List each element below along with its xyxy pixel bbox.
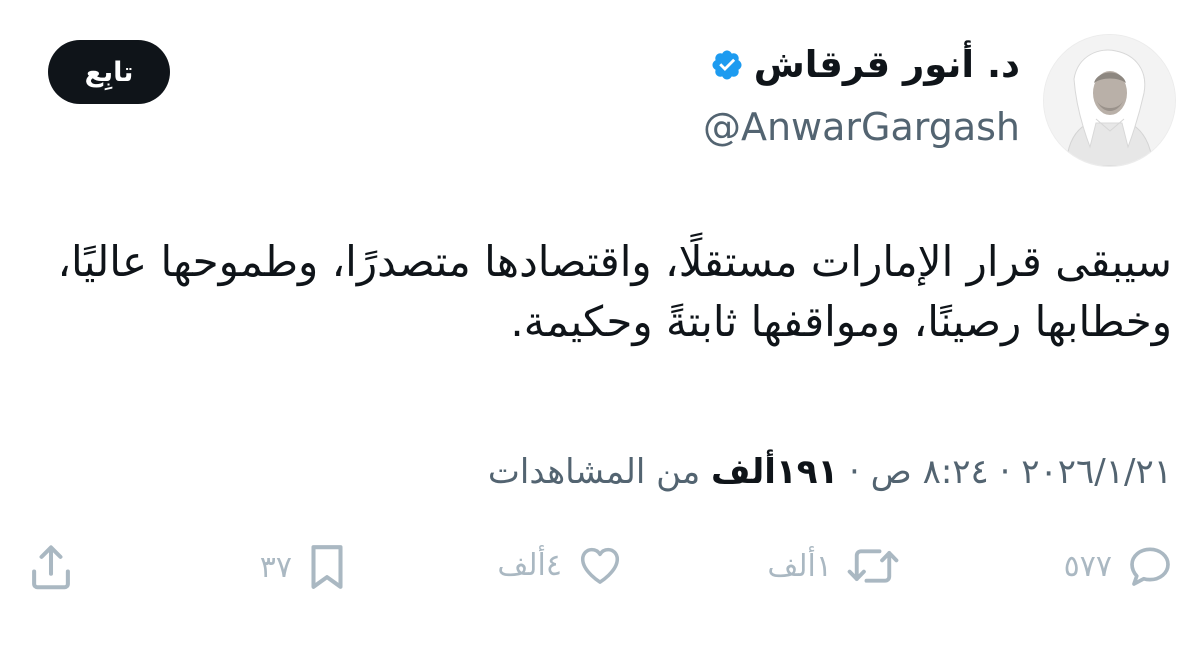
reply-icon — [1124, 540, 1176, 592]
share-button[interactable] — [26, 540, 76, 594]
reply-count: ٥٧٧ — [1063, 548, 1112, 584]
author-name-row[interactable]: د. أنور قرقاش — [710, 46, 1020, 83]
reply-button[interactable]: ٥٧٧ — [1064, 540, 1176, 592]
meta-separator: · — [999, 452, 1011, 492]
bookmark-button[interactable]: ٣٧ — [260, 540, 350, 594]
share-icon — [26, 540, 76, 594]
tweet-time[interactable]: ٨:٢٤ ص — [871, 452, 989, 492]
bookmark-count: ٣٧ — [259, 549, 292, 585]
tweet-meta: ٢٠٢٦/١/٢١ · ٨:٢٤ ص · ١٩١ألف من المشاهدات — [488, 452, 1172, 493]
retweet-icon — [844, 540, 902, 592]
avatar[interactable] — [1043, 34, 1176, 167]
tweet-text: سيبقى قرار الإمارات مستقلًا، واقتصادها م… — [57, 237, 1172, 346]
like-button[interactable]: ٤ألف — [497, 540, 626, 590]
bookmark-icon — [304, 540, 350, 594]
views-label: من المشاهدات — [487, 452, 701, 492]
meta-separator: · — [849, 452, 860, 492]
retweet-count: ١ألف — [767, 548, 832, 584]
tweet-actions-bar: ٥٧٧ ١ألف ٤ألف ٣٧ — [0, 540, 1200, 610]
verified-badge-icon — [710, 48, 744, 82]
follow-button[interactable]: تابِع — [48, 40, 170, 104]
heart-icon — [574, 540, 626, 590]
tweet-date[interactable]: ٢٠٢٦/١/٢١ — [1021, 452, 1172, 492]
author-display-name[interactable]: د. أنور قرقاش — [754, 46, 1020, 83]
views-count[interactable]: ١٩١ألف — [711, 452, 838, 492]
profile-photo — [1044, 35, 1175, 166]
retweet-button[interactable]: ١ألف — [767, 540, 902, 592]
like-count: ٤ألف — [497, 547, 562, 583]
author-handle[interactable]: @AnwarGargash — [703, 108, 1020, 146]
